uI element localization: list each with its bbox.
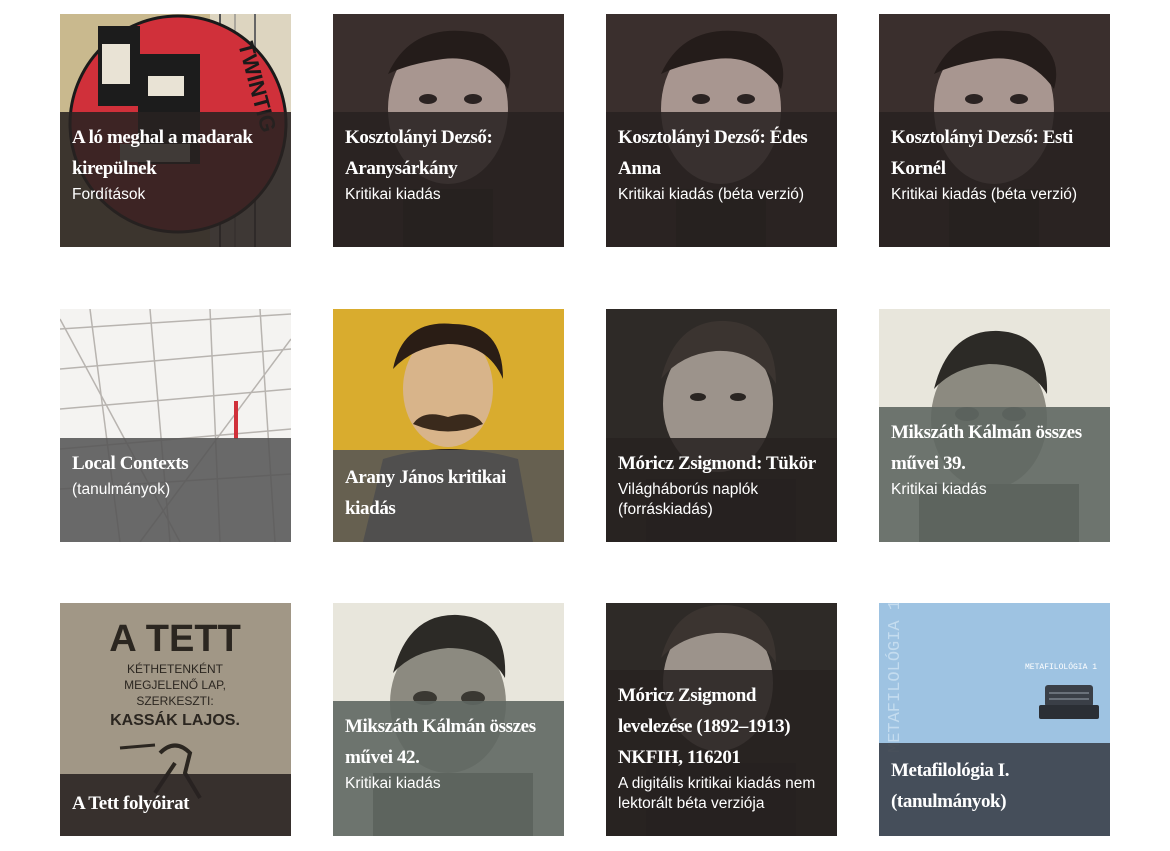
tile-subtitle: (tanulmányok) [72,481,171,498]
tile-title: A ló meghal a madarak kirepülnek [72,127,253,179]
cover-headline: A TETT [109,618,241,660]
tile-title: Kosztolányi Dezső: Édes Anna [618,127,808,179]
tile-title: Kosztolányi Dezső: Esti Kornél [891,127,1073,179]
tile-moricz-levelezese[interactable]: Móricz Zsigmond levelezése (1892–1913) N… [606,603,837,836]
tile-kosztolanyi-edes-anna[interactable]: Kosztolányi Dezső: Édes Anna Kritikai ki… [606,14,837,247]
tile-kosztolanyi-esti-kornel[interactable]: Kosztolányi Dezső: Esti Kornél Kritikai … [879,14,1110,247]
tile-caption: Mikszáth Kálmán összes művei 39. Kritika… [879,407,1110,542]
tile-title: A Tett folyóirat [72,793,190,814]
tile-title: Arany János kritikai kiadás [345,467,506,519]
tile-caption: A Tett folyóirat [60,774,291,836]
tile-subtitle: Fordítások [72,186,146,203]
cover-line: MEGJELENŐ LAP, [124,677,226,692]
tile-title: Metafilológia I. (tanulmányok) [891,760,1010,812]
tile-mikszath-39[interactable]: Mikszáth Kálmán összes művei 39. Kritika… [879,309,1110,542]
tile-subtitle: Kritikai kiadás [345,775,441,792]
tile-title: Móricz Zsigmond: Tükör [618,453,816,474]
tile-title: Local Contexts [72,453,189,474]
cover-line: KASSÁK LAJOS. [110,710,240,729]
tile-subtitle: Kritikai kiadás [345,186,441,203]
tile-caption: Móricz Zsigmond: Tükör Világháborús napl… [606,438,837,542]
tile-caption: Móricz Zsigmond levelezése (1892–1913) N… [606,670,837,836]
tile-moricz-tukor[interactable]: Móricz Zsigmond: Tükör Világháborús napl… [606,309,837,542]
tile-caption: Local Contexts (tanulmányok) [60,438,291,542]
cover-spine-text: METAFILOLÓGIA 1 [885,603,905,753]
tile-subtitle: Kritikai kiadás [891,481,987,498]
tile-title: Mikszáth Kálmán összes művei 39. [891,422,1082,474]
cover-line: KÉTHETENKÉNT [127,661,224,676]
tile-caption: Mikszáth Kálmán összes művei 42. Kritika… [333,701,564,836]
tile-local-contexts[interactable]: Local Contexts (tanulmányok) [60,309,291,542]
tile-caption: A ló meghal a madarak kirepülnek Fordítá… [60,112,291,247]
tile-caption: Kosztolányi Dezső: Édes Anna Kritikai ki… [606,112,837,247]
tile-subtitle: A digitális kritikai kiadás nem lektorál… [618,775,816,812]
tile-title: Mikszáth Kálmán összes művei 42. [345,716,536,768]
tile-a-tett[interactable]: A TETT KÉTHETENKÉNT MEGJELENŐ LAP, SZERK… [60,603,291,836]
tile-title: Móricz Zsigmond levelezése (1892–1913) N… [618,685,791,768]
tile-subtitle: Kritikai kiadás (béta verzió) [891,186,1078,203]
tile-mikszath-42[interactable]: Mikszáth Kálmán összes művei 42. Kritika… [333,603,564,836]
typewriter-icon [1039,685,1099,719]
tile-caption: Kosztolányi Dezső: Aranysárkány Kritikai… [333,112,564,247]
tile-title: Kosztolányi Dezső: Aranysárkány [345,127,493,179]
tile-caption: Arany János kritikai kiadás [333,450,564,542]
tile-metafilologia[interactable]: METAFILOLÓGIA 1 METAFILOLÓGIA 1 Metafilo… [879,603,1110,836]
tile-caption: Metafilológia I. (tanulmányok) [879,743,1110,836]
tile-subtitle: Kritikai kiadás (béta verzió) [618,186,805,203]
tile-kosztolanyi-aranysarkany[interactable]: Kosztolányi Dezső: Aranysárkány Kritikai… [333,14,564,247]
cover-line: SZERKESZTI: [136,694,213,708]
tile-caption: Kosztolányi Dezső: Esti Kornél Kritikai … [879,112,1110,247]
cover-label-text: METAFILOLÓGIA 1 [1025,662,1097,672]
tile-arany-janos[interactable]: Arany János kritikai kiadás [333,309,564,542]
tile-a-lo-meghal[interactable]: TWINTIG A ló meghal a madarak kirepülnek… [60,14,291,247]
tile-subtitle: Világháborús naplók (forráskiadás) [618,481,759,518]
